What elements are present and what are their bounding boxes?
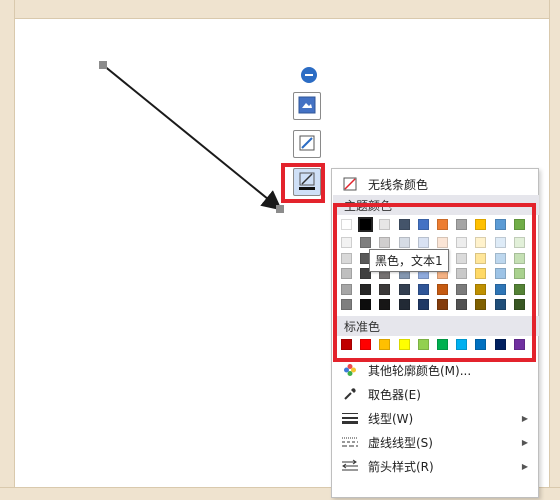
theme-tint-swatch[interactable] — [341, 283, 352, 295]
collapse-toolbar-icon[interactable] — [301, 67, 317, 83]
theme-tint-swatch[interactable] — [513, 283, 525, 295]
theme-tint-swatch[interactable] — [494, 252, 506, 264]
theme-tint-swatch[interactable] — [360, 299, 372, 310]
standard-color-swatch[interactable] — [417, 339, 429, 350]
theme-tint-swatch[interactable] — [417, 283, 429, 295]
arrow-style-item[interactable]: 箭头样式(R) ▶ — [332, 455, 538, 477]
theme-tint-swatch[interactable] — [379, 237, 391, 248]
theme-tint-swatch[interactable] — [437, 237, 448, 248]
theme-tint-swatch[interactable] — [513, 299, 525, 310]
line-end-handle[interactable] — [276, 205, 284, 213]
theme-tint-swatch[interactable] — [494, 283, 506, 295]
theme-tint-swatch[interactable] — [475, 283, 487, 295]
standard-color-swatch[interactable] — [475, 339, 487, 350]
submenu-arrow-icon: ▶ — [521, 461, 528, 471]
theme-color-swatch[interactable] — [358, 217, 374, 232]
line-weight-icon — [342, 410, 358, 426]
theme-tint-swatch[interactable] — [494, 268, 506, 279]
standard-color-swatch[interactable] — [513, 339, 525, 350]
shape-fill-button[interactable] — [293, 130, 321, 158]
theme-tint-swatch[interactable] — [341, 252, 352, 264]
more-outline-colors-item[interactable]: 其他轮廓颜色(M)... — [332, 359, 538, 381]
theme-tint-swatch[interactable] — [456, 283, 468, 295]
submenu-arrow-icon: ▶ — [521, 437, 528, 447]
line-start-handle[interactable] — [99, 61, 107, 69]
shape-fill-icon — [298, 134, 316, 155]
theme-color-swatch[interactable] — [475, 219, 487, 230]
standard-color-swatch[interactable] — [360, 339, 372, 350]
shape-style-button[interactable] — [293, 92, 321, 120]
arrow-style-icon — [342, 458, 358, 474]
dash-type-item[interactable]: 虚线线型(S) ▶ — [332, 431, 538, 453]
eyedropper-item[interactable]: 取色器(E) — [332, 383, 538, 405]
theme-tint-swatch[interactable] — [398, 283, 410, 295]
theme-tint-swatch[interactable] — [360, 237, 372, 248]
theme-tint-swatch[interactable] — [398, 299, 410, 310]
theme-color-swatch[interactable] — [494, 219, 506, 230]
dash-line-icon — [342, 434, 358, 450]
theme-tint-swatch[interactable] — [341, 299, 352, 310]
eyedropper-icon — [342, 386, 358, 402]
arrow-style-label: 箭头样式(R) — [368, 459, 434, 474]
theme-tint-swatch[interactable] — [456, 252, 468, 264]
theme-tint-swatch[interactable] — [513, 252, 525, 264]
theme-color-swatch[interactable] — [456, 219, 468, 230]
theme-tint-swatch[interactable] — [417, 237, 429, 248]
standard-color-swatch[interactable] — [456, 339, 468, 350]
theme-tint-swatch[interactable] — [513, 237, 525, 248]
theme-tint-swatch[interactable] — [360, 283, 372, 295]
theme-tint-swatch[interactable] — [456, 268, 468, 279]
theme-tint-swatch[interactable] — [417, 299, 429, 310]
more-outline-colors-label: 其他轮廓颜色(M)... — [368, 363, 472, 378]
dash-type-label: 虚线线型(S) — [368, 435, 433, 450]
no-color-icon — [342, 176, 358, 192]
no-line-color-label: 无线条颜色 — [368, 177, 429, 192]
outline-color-menu: 无线条颜色 主题颜色 标准色 其他轮廓颜色(M)... 取色器(E) 线型(W)… — [331, 168, 539, 498]
theme-tint-swatch[interactable] — [437, 283, 448, 295]
theme-tint-swatch[interactable] — [494, 237, 506, 248]
standard-color-swatch[interactable] — [437, 339, 448, 350]
line-type-label: 线型(W) — [368, 411, 414, 426]
theme-tint-swatch[interactable] — [341, 268, 352, 279]
theme-tint-swatch[interactable] — [475, 268, 487, 279]
shape-outline-icon — [298, 172, 316, 193]
theme-colors-label: 主题颜色 — [344, 199, 393, 213]
theme-tint-swatch[interactable] — [437, 299, 448, 310]
standard-color-swatch[interactable] — [379, 339, 391, 350]
standard-color-swatch[interactable] — [494, 339, 506, 350]
submenu-arrow-icon: ▶ — [521, 413, 528, 423]
theme-color-swatch[interactable] — [513, 219, 525, 230]
theme-color-swatch[interactable] — [398, 219, 410, 230]
theme-tint-swatch[interactable] — [456, 299, 468, 310]
no-line-color-item[interactable]: 无线条颜色 — [332, 173, 538, 195]
theme-tint-swatch[interactable] — [341, 237, 352, 248]
theme-tint-swatch[interactable] — [494, 299, 506, 310]
theme-color-swatch[interactable] — [437, 219, 448, 230]
color-tooltip: 黑色，文本1 — [369, 249, 449, 272]
standard-color-swatch[interactable] — [398, 339, 410, 350]
theme-tint-swatch[interactable] — [475, 252, 487, 264]
theme-color-swatch[interactable] — [417, 219, 429, 230]
shape-outline-button[interactable] — [293, 168, 321, 196]
theme-color-swatch[interactable] — [379, 219, 391, 230]
theme-tint-swatch[interactable] — [475, 237, 487, 248]
selected-arrow-line[interactable] — [102, 64, 283, 211]
standard-color-swatch[interactable] — [341, 339, 352, 350]
shape-style-icon — [298, 96, 316, 117]
eyedropper-label: 取色器(E) — [368, 387, 421, 402]
theme-tint-swatch[interactable] — [379, 283, 391, 295]
theme-tint-swatch[interactable] — [379, 299, 391, 310]
color-wheel-icon — [342, 362, 358, 378]
theme-tint-swatch[interactable] — [456, 237, 468, 248]
theme-tint-swatch[interactable] — [475, 299, 487, 310]
theme-tint-swatch[interactable] — [398, 237, 410, 248]
theme-tint-swatch[interactable] — [513, 268, 525, 279]
theme-color-swatch[interactable] — [341, 219, 352, 230]
standard-colors-label: 标准色 — [344, 320, 381, 334]
line-type-item[interactable]: 线型(W) ▶ — [332, 407, 538, 429]
